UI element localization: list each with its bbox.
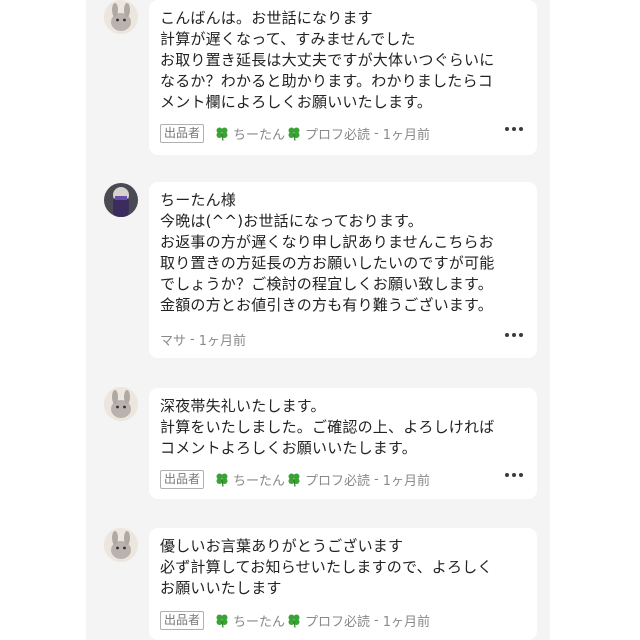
meta-separator: - bbox=[374, 125, 379, 141]
comment-text: こんばんは。お世話になります 計算が遅くなって、すみませんでした お取り置き延長… bbox=[160, 9, 495, 111]
comment-meta: 出品者 ちーたん プロフ必読 - 1ヶ月前 bbox=[160, 609, 523, 631]
comment-time: 1ヶ月前 bbox=[382, 614, 431, 630]
seller-badge: 出品者 bbox=[160, 610, 205, 630]
comment-time: 1ヶ月前 bbox=[382, 127, 431, 143]
more-dots-icon[interactable] bbox=[505, 473, 523, 477]
four-leaf-clover-icon bbox=[214, 612, 230, 628]
seller-name[interactable]: ちーたん bbox=[233, 470, 285, 489]
comment-text: 深夜帯失礼いたします。 計算をいたしました。ご確認の上、よろしければ コメントよ… bbox=[160, 397, 495, 457]
comment-text: ちーたん様 今晩は(^^)お世話になっております。 お返事の方が遅くなり申し訳あ… bbox=[160, 191, 495, 314]
seller-badge: 出品者 bbox=[160, 469, 205, 489]
seller-avatar[interactable] bbox=[104, 0, 138, 34]
buyer-name[interactable]: マサ bbox=[160, 330, 186, 349]
four-leaf-clover-icon bbox=[286, 612, 302, 628]
seller-name-suffix[interactable]: プロフ必読 bbox=[305, 611, 370, 630]
meta-separator: - bbox=[374, 471, 379, 487]
four-leaf-clover-icon bbox=[286, 125, 302, 141]
comment-meta: 出品者 ちーたん プロフ必読 - 1ヶ月前 bbox=[160, 122, 523, 144]
seller-name[interactable]: ちーたん bbox=[233, 611, 285, 630]
four-leaf-clover-icon bbox=[214, 125, 230, 141]
four-leaf-clover-icon bbox=[214, 471, 230, 487]
comment-bubble: 優しいお言葉ありがとうございます 必ず計算してお知らせいたしますので、よろしく … bbox=[149, 528, 537, 640]
seller-badge: 出品者 bbox=[160, 123, 205, 143]
comment-bubble: 深夜帯失礼いたします。 計算をいたしました。ご確認の上、よろしければ コメントよ… bbox=[149, 388, 537, 499]
seller-avatar[interactable] bbox=[104, 528, 138, 562]
comment-bubble: こんばんは。お世話になります 計算が遅くなって、すみませんでした お取り置き延長… bbox=[149, 0, 537, 155]
comment-bubble: ちーたん様 今晩は(^^)お世話になっております。 お返事の方が遅くなり申し訳あ… bbox=[149, 182, 537, 358]
buyer-avatar[interactable] bbox=[104, 183, 138, 217]
meta-separator: - bbox=[190, 331, 195, 347]
comment-text: 優しいお言葉ありがとうございます 必ず計算してお知らせいたしますので、よろしく … bbox=[160, 537, 493, 597]
seller-name-suffix[interactable]: プロフ必読 bbox=[305, 470, 370, 489]
four-leaf-clover-icon bbox=[286, 471, 302, 487]
more-dots-icon[interactable] bbox=[505, 127, 523, 131]
seller-name[interactable]: ちーたん bbox=[233, 124, 285, 143]
seller-name-suffix[interactable]: プロフ必読 bbox=[305, 124, 370, 143]
seller-avatar[interactable] bbox=[104, 387, 138, 421]
comment-meta: マサ - 1ヶ月前 bbox=[160, 328, 523, 350]
comment-time: 1ヶ月前 bbox=[382, 473, 431, 489]
meta-separator: - bbox=[374, 612, 379, 628]
comment-meta: 出品者 ちーたん プロフ必読 - 1ヶ月前 bbox=[160, 468, 523, 490]
more-dots-icon[interactable] bbox=[505, 333, 523, 337]
comment-time: 1ヶ月前 bbox=[198, 333, 246, 349]
